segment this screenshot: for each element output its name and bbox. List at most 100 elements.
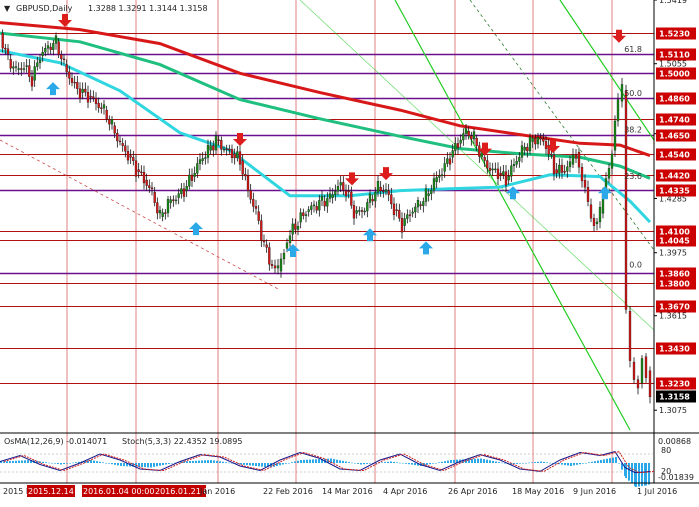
osma-bar — [450, 460, 452, 463]
candle-body — [384, 189, 388, 192]
osma-bar — [402, 463, 404, 464]
candle-body — [44, 48, 47, 53]
candle-body — [100, 107, 103, 109]
candle-body — [350, 191, 353, 206]
candle-body — [464, 128, 468, 134]
osma-bar — [426, 463, 428, 465]
candle-body — [467, 130, 470, 136]
candle-body — [371, 199, 374, 202]
candle-body — [347, 190, 350, 193]
osma-bar — [486, 459, 488, 463]
price-level-value: 1.3670 — [659, 303, 690, 312]
candle-body — [344, 190, 348, 197]
candle-body — [342, 182, 345, 191]
candle-body — [414, 206, 417, 213]
osma-bar — [102, 462, 104, 463]
osma-bar — [498, 462, 500, 463]
osma-bar — [612, 457, 614, 463]
osma-bar — [339, 460, 341, 463]
osma-bar — [63, 463, 65, 465]
candle-body — [563, 171, 566, 173]
osma-bar — [546, 462, 548, 463]
osma-bar — [429, 463, 431, 465]
osma-bar — [156, 463, 158, 467]
candle-body — [188, 174, 191, 187]
candle-body — [478, 145, 481, 157]
osma-bar — [114, 463, 116, 465]
candle-body — [265, 244, 268, 248]
candle-body — [9, 59, 12, 69]
candle-body — [4, 47, 7, 50]
osma-bar — [432, 463, 434, 464]
osma-bar — [51, 463, 53, 464]
candle-body — [390, 194, 393, 205]
candle-body — [169, 199, 172, 203]
symbol-dropdown-icon[interactable]: ▼ — [4, 4, 11, 13]
candle-body — [610, 153, 614, 169]
candle-body — [475, 137, 478, 146]
osma-bar — [210, 460, 212, 463]
candle-body — [262, 240, 266, 243]
candle-body — [241, 160, 244, 175]
osma-bar — [369, 463, 371, 464]
candle-body — [246, 175, 250, 191]
candle-body — [116, 133, 119, 142]
candle-body — [539, 137, 542, 140]
osma-bar — [147, 463, 149, 468]
osma-bar — [342, 460, 344, 463]
candle-body — [257, 211, 260, 221]
osma-bar — [213, 460, 215, 463]
candle-body — [328, 193, 332, 199]
candle-body — [307, 209, 310, 212]
osma-bar — [576, 463, 578, 465]
osma-bar — [225, 462, 227, 463]
candle-body — [624, 90, 628, 310]
time-tick-label: 9 Jun 2016 — [573, 487, 616, 496]
candle-body — [190, 174, 194, 181]
candle-body — [555, 169, 558, 174]
osma-bar — [69, 463, 71, 464]
candle-body — [323, 200, 326, 207]
osma-bar — [516, 463, 518, 464]
candle-body — [440, 174, 444, 176]
osma-bar — [21, 460, 23, 463]
candle-body — [616, 99, 620, 122]
price-level-value: 1.4540 — [659, 151, 690, 160]
price-chart[interactable]: 61.850.038.223.60.0 1.54191.50551.46551.… — [0, 0, 699, 503]
fibo-label: 61.8 — [624, 45, 642, 54]
candle-body — [374, 192, 377, 202]
osma-bar — [111, 463, 113, 465]
candle-body — [60, 54, 63, 60]
osma-bar — [573, 463, 575, 466]
osma-bar — [345, 461, 347, 463]
candle-body — [249, 190, 252, 200]
candle-body — [510, 165, 513, 177]
osma-bar — [348, 462, 350, 463]
osma-bar — [285, 463, 287, 464]
osma-bar — [537, 461, 539, 463]
candle-body — [94, 98, 98, 104]
osma-bar — [222, 461, 224, 463]
osma-bar — [333, 459, 335, 463]
candle-body — [153, 192, 156, 203]
candle-body — [326, 198, 329, 207]
candle-body — [382, 190, 385, 193]
osma-bar — [168, 463, 170, 464]
candle-body — [273, 265, 277, 269]
time-tick-label: 2015.12.14 — [28, 487, 74, 496]
candle-body — [270, 264, 274, 266]
osma-label: OsMA(12,26,9) -0.014071 — [4, 437, 107, 446]
candle-body — [430, 189, 433, 194]
candle-body — [217, 139, 220, 141]
candle-body — [486, 160, 489, 169]
candle-body — [291, 223, 294, 235]
osma-bar — [522, 463, 524, 464]
candle-body — [454, 143, 457, 151]
price-tick-label: 1.5419 — [659, 0, 687, 5]
candle-body — [113, 125, 116, 134]
osma-bar — [72, 462, 74, 464]
osma-bar — [477, 458, 479, 463]
current-price-value: 1.3158 — [659, 393, 690, 402]
candle-body — [504, 171, 508, 186]
candle-body — [38, 59, 42, 64]
